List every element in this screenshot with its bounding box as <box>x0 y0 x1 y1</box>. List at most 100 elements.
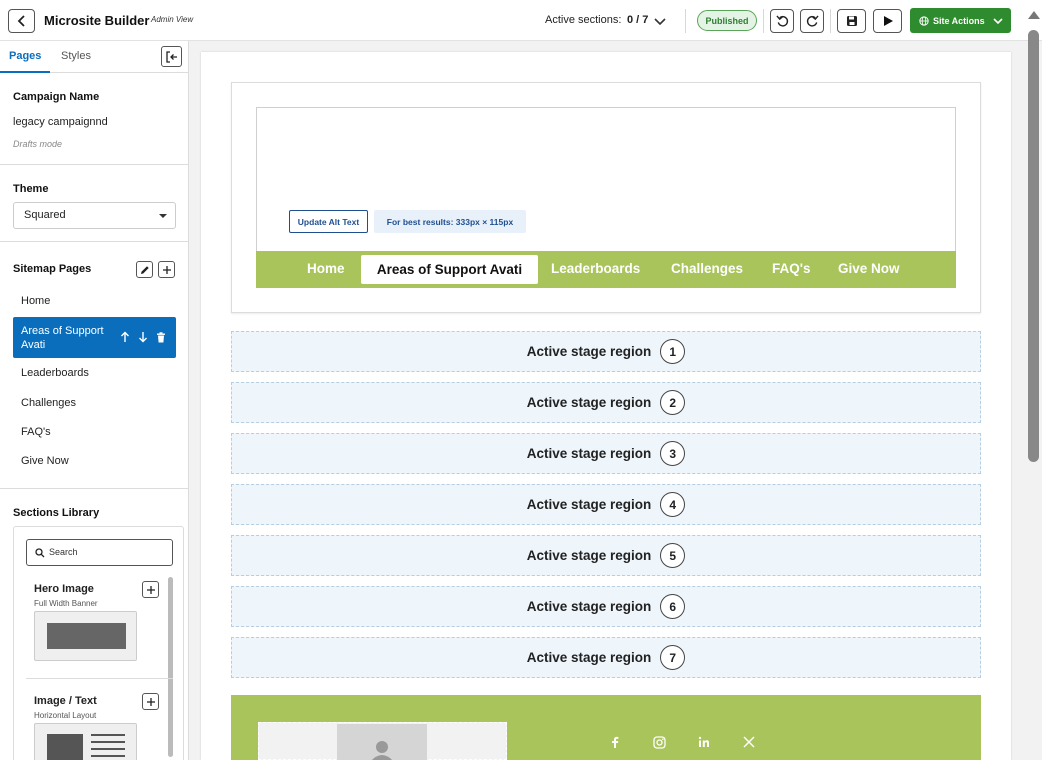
move-up-button[interactable] <box>119 330 131 344</box>
image-text-preview-line <box>91 755 125 757</box>
sections-library-label: Sections Library <box>13 507 100 519</box>
panel-tabs: Pages Styles <box>0 41 188 73</box>
sitemap-label: Sitemap Pages <box>13 263 92 275</box>
divider <box>0 488 188 489</box>
sitemap-item-areas-of-support[interactable]: Areas of Support Avati <box>13 317 176 358</box>
add-image-text-button[interactable] <box>142 693 159 710</box>
stage-region[interactable]: Active stage region 3 <box>231 433 981 474</box>
stage-region-number: 3 <box>660 441 686 466</box>
hero-image-thumbnail[interactable] <box>34 611 137 661</box>
tab-pages[interactable]: Pages <box>9 50 41 62</box>
add-page-button[interactable] <box>158 261 175 278</box>
image-text-preview-line <box>91 741 125 743</box>
image-text-thumbnail[interactable] <box>34 723 137 760</box>
stage-region[interactable]: Active stage region 6 <box>231 586 981 627</box>
stage-region[interactable]: Active stage region 7 <box>231 637 981 678</box>
stage-region[interactable]: Active stage region 5 <box>231 535 981 576</box>
trash-icon <box>157 331 165 342</box>
sitemap-item-faqs[interactable]: FAQ's <box>21 426 51 438</box>
hero-image-preview <box>47 623 126 649</box>
pencil-icon <box>140 265 149 274</box>
library-item-title: Image / Text <box>34 695 97 707</box>
chevron-left-icon <box>17 15 25 27</box>
delete-page-button[interactable] <box>155 330 167 344</box>
plus-icon <box>146 697 155 706</box>
image-size-hint: For best results: 333px × 115px <box>374 210 526 233</box>
plus-icon <box>162 265 171 274</box>
collapse-icon <box>165 50 177 63</box>
arrow-up-icon <box>121 331 129 342</box>
image-text-preview-line <box>91 734 125 736</box>
stage-region-label: Active stage region <box>526 395 652 410</box>
stage-region-number: 1 <box>660 339 686 364</box>
status-badge: Published <box>697 10 757 31</box>
site-actions-button[interactable]: Site Actions <box>910 8 1011 33</box>
stage-region-label: Active stage region <box>526 497 652 512</box>
facebook-icon[interactable] <box>608 735 622 749</box>
image-text-preview-image <box>47 734 83 760</box>
x-twitter-icon[interactable] <box>742 735 756 749</box>
sitemap-item-home[interactable]: Home <box>21 295 50 307</box>
chevron-down-icon[interactable] <box>652 13 668 29</box>
collapse-panel-button[interactable] <box>161 46 182 67</box>
sitemap-item-label: Areas of Support Avati <box>21 325 104 351</box>
preview-button[interactable] <box>873 9 902 33</box>
scroll-up-arrow-icon[interactable] <box>1028 11 1040 19</box>
theme-select-value: Squared <box>24 209 66 221</box>
top-bar: Microsite Builder Admin View Active sect… <box>0 0 1042 41</box>
stage-region[interactable]: Active stage region 1 <box>231 331 981 372</box>
library-item-subtitle: Horizontal Layout <box>34 711 97 720</box>
tab-underline <box>0 71 50 73</box>
active-sections-label: Active sections: <box>545 14 622 26</box>
stage-region-label: Active stage region <box>526 599 652 614</box>
update-alt-text-button[interactable]: Update Alt Text <box>289 210 368 233</box>
page-scrollbar-thumb[interactable] <box>1028 30 1039 462</box>
nav-home[interactable]: Home <box>307 261 345 276</box>
stage-region[interactable]: Active stage region 2 <box>231 382 981 423</box>
sitemap-item-give-now[interactable]: Give Now <box>21 455 69 467</box>
nav-areas-of-support[interactable]: Areas of Support Avati <box>361 255 538 284</box>
stage-region-number: 7 <box>660 645 686 670</box>
chevron-down-icon <box>993 17 1003 24</box>
linkedin-icon[interactable] <box>697 735 711 749</box>
arrow-down-icon <box>139 332 147 343</box>
sitemap-item-challenges[interactable]: Challenges <box>21 397 76 409</box>
tab-styles[interactable]: Styles <box>61 50 91 62</box>
back-button[interactable] <box>8 9 35 33</box>
stage-region-number: 5 <box>660 543 686 568</box>
library-scrollbar[interactable] <box>168 577 173 757</box>
library-item-title: Hero Image <box>34 583 94 595</box>
theme-label: Theme <box>13 183 49 195</box>
nav-faqs[interactable]: FAQ's <box>772 261 810 276</box>
library-item-subtitle: Full Width Banner <box>34 599 98 608</box>
plus-icon <box>146 585 155 594</box>
theme-select[interactable]: Squared <box>13 202 176 229</box>
undo-button[interactable] <box>770 9 794 33</box>
stage-region[interactable]: Active stage region 4 <box>231 484 981 525</box>
sitemap-item-leaderboards[interactable]: Leaderboards <box>21 367 89 379</box>
stage-region-label: Active stage region <box>526 650 652 665</box>
stage-region-number: 4 <box>660 492 686 517</box>
nav-leaderboards[interactable]: Leaderboards <box>551 261 640 276</box>
stage-region-label: Active stage region <box>526 446 652 461</box>
divider <box>0 241 188 242</box>
globe-icon <box>919 15 929 26</box>
divider <box>763 9 764 33</box>
add-hero-image-button[interactable] <box>142 581 159 598</box>
app-title: Microsite Builder <box>44 13 150 28</box>
move-down-button[interactable] <box>137 330 149 344</box>
stage-region-number: 2 <box>660 390 686 415</box>
edit-sitemap-button[interactable] <box>136 261 153 278</box>
image-placeholder <box>337 724 427 760</box>
nav-challenges[interactable]: Challenges <box>671 261 743 276</box>
library-search-input[interactable]: Search <box>26 539 173 566</box>
stage-region-label: Active stage region <box>526 344 652 359</box>
divider <box>0 164 188 165</box>
instagram-icon[interactable] <box>652 735 666 749</box>
save-button[interactable] <box>837 9 866 33</box>
divider <box>26 678 173 679</box>
redo-button[interactable] <box>800 9 824 33</box>
search-icon <box>35 548 45 558</box>
nav-give-now[interactable]: Give Now <box>838 261 900 276</box>
person-icon <box>371 741 393 760</box>
